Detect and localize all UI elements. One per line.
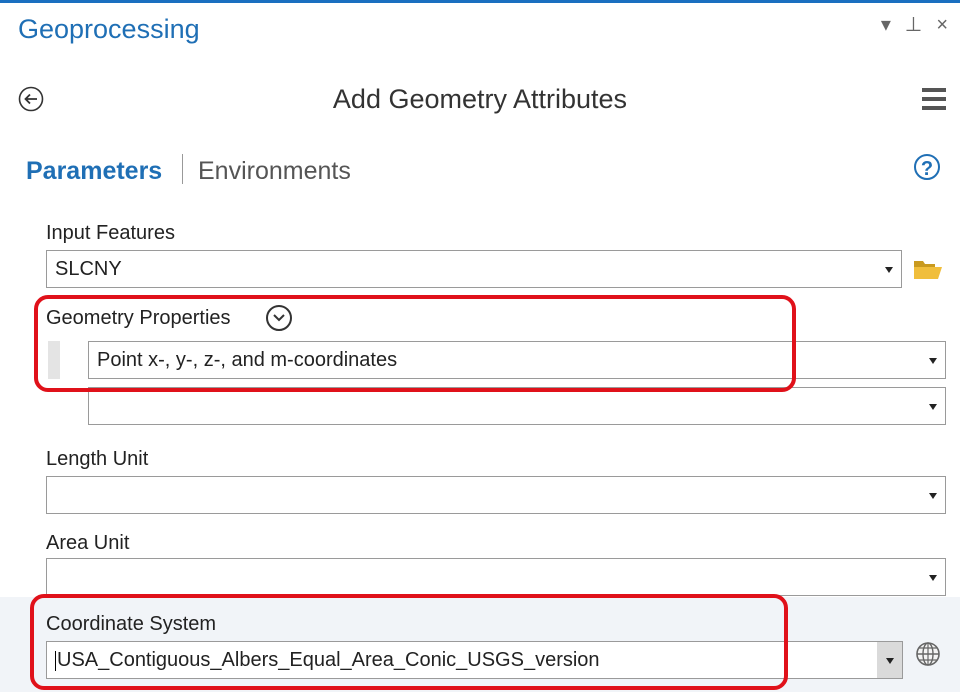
title-accent-line — [0, 0, 960, 3]
help-icon[interactable]: ? — [914, 154, 940, 180]
chevron-down-icon — [885, 267, 893, 273]
input-features-value: SLCNY — [55, 258, 122, 280]
highlight-geometry-properties — [34, 295, 796, 392]
input-features-dropdown[interactable]: SLCNY — [46, 250, 902, 288]
chevron-down-icon — [886, 658, 894, 664]
tab-parameters[interactable]: Parameters — [26, 157, 162, 186]
coordinate-system-dropdown-button[interactable] — [877, 641, 903, 679]
folder-icon[interactable] — [913, 256, 943, 280]
close-button[interactable]: × — [936, 14, 948, 36]
globe-icon[interactable] — [914, 640, 942, 668]
tab-divider — [182, 154, 183, 184]
pane-controls: ▾ ⊥ × — [881, 14, 948, 36]
tab-environments[interactable]: Environments — [198, 157, 351, 186]
chevron-down-icon — [929, 575, 937, 581]
tool-title: Add Geometry Attributes — [332, 84, 628, 114]
pane-options-dropdown[interactable]: ▾ — [881, 14, 891, 36]
area-unit-dropdown[interactable] — [46, 558, 946, 596]
hamburger-menu-icon[interactable] — [922, 88, 946, 110]
chevron-down-icon — [929, 404, 937, 410]
length-unit-dropdown[interactable] — [46, 476, 946, 514]
highlight-coordinate-system — [30, 594, 788, 690]
pin-button[interactable]: ⊥ — [905, 14, 922, 36]
chevron-down-icon — [929, 493, 937, 499]
area-unit-label: Area Unit — [46, 532, 130, 554]
geometry-properties-dropdown-empty[interactable] — [88, 387, 946, 425]
pane-title: Geoprocessing — [18, 14, 200, 44]
chevron-down-icon — [929, 358, 937, 364]
length-unit-label: Length Unit — [46, 448, 149, 470]
input-features-label: Input Features — [46, 222, 175, 244]
